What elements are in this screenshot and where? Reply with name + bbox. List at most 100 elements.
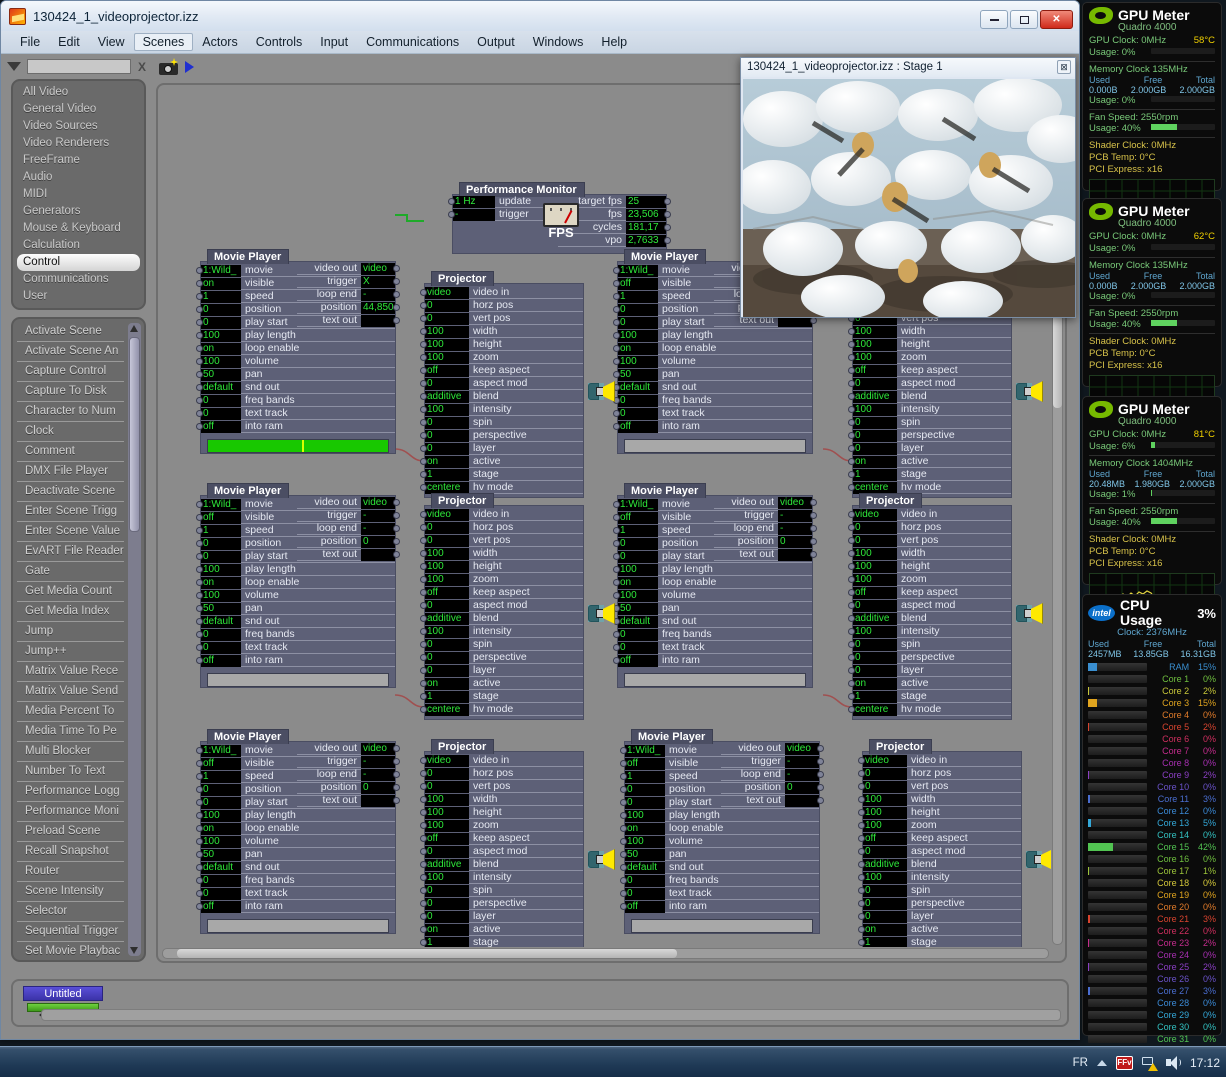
node-param-value[interactable]: on bbox=[201, 277, 241, 290]
input-plug-icon[interactable] bbox=[196, 864, 203, 871]
node-param-value[interactable]: 0 bbox=[201, 783, 241, 796]
node-param-value[interactable]: on bbox=[853, 677, 897, 690]
actor-item[interactable]: Get Media Index bbox=[17, 602, 124, 622]
gpu-meter-gadget[interactable]: GPU Meter Quadro 4000 GPU Clock: 0MHz 62°C U… bbox=[1082, 198, 1222, 421]
input-plug-icon[interactable] bbox=[858, 783, 865, 790]
movie-progress-bar[interactable] bbox=[207, 919, 389, 933]
output-plug-icon[interactable] bbox=[817, 745, 824, 752]
node-param-value[interactable]: 0 bbox=[625, 887, 665, 900]
actor-item[interactable]: Number To Text bbox=[17, 762, 124, 782]
input-plug-icon[interactable] bbox=[613, 501, 620, 508]
menu-controls[interactable]: Controls bbox=[247, 33, 312, 51]
node-param-value[interactable]: 0 bbox=[425, 599, 469, 612]
output-plug-icon[interactable] bbox=[664, 237, 671, 244]
node-param-value[interactable]: 100 bbox=[853, 403, 897, 416]
node-param-value[interactable]: 0 bbox=[863, 884, 907, 897]
show-hidden-icons-icon[interactable] bbox=[1096, 1059, 1107, 1066]
projector-node[interactable]: Projectorvideovideo in0horz pos0vert pos… bbox=[420, 493, 615, 720]
node-param-value[interactable]: 100 bbox=[853, 325, 897, 338]
node-param-value[interactable]: 1 bbox=[425, 936, 469, 947]
input-plug-icon[interactable] bbox=[196, 773, 203, 780]
input-plug-icon[interactable] bbox=[420, 628, 427, 635]
node-param-value[interactable]: 100 bbox=[853, 547, 897, 560]
input-plug-icon[interactable] bbox=[620, 825, 627, 832]
input-plug-icon[interactable] bbox=[196, 786, 203, 793]
input-plug-icon[interactable] bbox=[848, 328, 855, 335]
input-plug-icon[interactable] bbox=[858, 900, 865, 907]
input-plug-icon[interactable] bbox=[848, 406, 855, 413]
input-plug-icon[interactable] bbox=[196, 760, 203, 767]
input-plug-icon[interactable] bbox=[848, 693, 855, 700]
input-plug-icon[interactable] bbox=[196, 903, 203, 910]
node-param-value[interactable]: 100 bbox=[618, 589, 658, 602]
node-param-value[interactable]: off bbox=[425, 586, 469, 599]
input-plug-icon[interactable] bbox=[196, 644, 203, 651]
node-param-value[interactable]: off bbox=[618, 277, 658, 290]
input-plug-icon[interactable] bbox=[420, 458, 427, 465]
node-param-value[interactable]: 1 bbox=[853, 468, 897, 481]
input-plug-icon[interactable] bbox=[613, 293, 620, 300]
node-param-value[interactable]: on bbox=[863, 923, 907, 936]
input-plug-icon[interactable] bbox=[196, 280, 203, 287]
node-param-value[interactable]: 100 bbox=[425, 806, 469, 819]
input-plug-icon[interactable] bbox=[196, 384, 203, 391]
input-plug-icon[interactable] bbox=[196, 371, 203, 378]
input-plug-icon[interactable] bbox=[620, 838, 627, 845]
stage-close-icon[interactable]: ⊠ bbox=[1057, 60, 1071, 74]
input-plug-icon[interactable] bbox=[620, 903, 627, 910]
node-param-value[interactable]: default bbox=[618, 381, 658, 394]
node-param-value[interactable] bbox=[785, 794, 819, 807]
movie-progress-bar[interactable] bbox=[624, 673, 806, 687]
chevron-down-icon[interactable] bbox=[7, 62, 21, 71]
input-plug-icon[interactable] bbox=[848, 354, 855, 361]
node-param-value[interactable]: 100 bbox=[425, 338, 469, 351]
scene-tab-untitled[interactable]: Untitled bbox=[23, 986, 103, 1001]
node-param-value[interactable]: 100 bbox=[425, 819, 469, 832]
input-plug-icon[interactable] bbox=[848, 537, 855, 544]
node-param-value[interactable]: 1:Wild_ bbox=[618, 264, 658, 277]
input-plug-icon[interactable] bbox=[420, 341, 427, 348]
input-plug-icon[interactable] bbox=[420, 641, 427, 648]
category-video-renderers[interactable]: Video Renderers bbox=[17, 135, 140, 152]
node-param-value[interactable]: 1:Wild_ bbox=[625, 744, 665, 757]
actor-item[interactable]: Multi Blocker bbox=[17, 742, 124, 762]
input-plug-icon[interactable] bbox=[858, 887, 865, 894]
output-plug-icon[interactable] bbox=[664, 198, 671, 205]
input-plug-icon[interactable] bbox=[858, 809, 865, 816]
node-param-value[interactable]: on bbox=[618, 342, 658, 355]
node-param-value[interactable]: 1 bbox=[625, 770, 665, 783]
input-plug-icon[interactable] bbox=[613, 514, 620, 521]
input-plug-icon[interactable] bbox=[858, 835, 865, 842]
input-plug-icon[interactable] bbox=[420, 589, 427, 596]
taskbar-clock[interactable]: 17:12 bbox=[1190, 1056, 1220, 1070]
input-plug-icon[interactable] bbox=[196, 527, 203, 534]
node-param-value[interactable]: additive bbox=[863, 858, 907, 871]
node-param-value[interactable]: 100 bbox=[625, 835, 665, 848]
node-param-value[interactable]: - bbox=[785, 768, 819, 781]
movie-player-node[interactable]: Movie Player 1:Wild_ movie off visible 1 speed… bbox=[196, 729, 400, 934]
node-param-value[interactable]: 100 bbox=[853, 560, 897, 573]
actor-item[interactable]: EvART File Reader bbox=[17, 542, 124, 562]
node-param-value[interactable]: 0 bbox=[853, 534, 897, 547]
node-param-value[interactable]: 0 bbox=[853, 664, 897, 677]
input-plug-icon[interactable] bbox=[848, 524, 855, 531]
movie-player-node[interactable]: Movie Player 1:Wild_ movie off visible 1 speed… bbox=[613, 483, 817, 688]
input-plug-icon[interactable] bbox=[196, 267, 203, 274]
input-plug-icon[interactable] bbox=[620, 773, 627, 780]
input-plug-icon[interactable] bbox=[848, 445, 855, 452]
input-plug-icon[interactable] bbox=[196, 657, 203, 664]
movie-player-node[interactable]: Movie Player 1:Wild_ movie off visible 1 speed… bbox=[196, 483, 400, 688]
gpu-meter-gadget[interactable]: GPU Meter Quadro 4000 GPU Clock: 0MHz 81°C U… bbox=[1082, 396, 1222, 619]
category-general-video[interactable]: General Video bbox=[17, 101, 140, 118]
node-param-value[interactable]: 100 bbox=[201, 589, 241, 602]
category-communications[interactable]: Communications bbox=[17, 271, 140, 288]
gpu-meter-gadget[interactable]: GPU Meter Quadro 4000 GPU Clock: 0MHz 58°C U… bbox=[1082, 2, 1222, 225]
node-param-value[interactable]: 100 bbox=[618, 563, 658, 576]
node-param-value[interactable]: 0 bbox=[785, 781, 819, 794]
input-plug-icon[interactable] bbox=[848, 641, 855, 648]
snapshot-camera-icon[interactable] bbox=[159, 58, 179, 75]
node-param-value[interactable]: 0 bbox=[425, 780, 469, 793]
menu-edit[interactable]: Edit bbox=[49, 33, 89, 51]
input-plug-icon[interactable] bbox=[613, 332, 620, 339]
node-param-value[interactable]: 1 bbox=[863, 936, 907, 947]
